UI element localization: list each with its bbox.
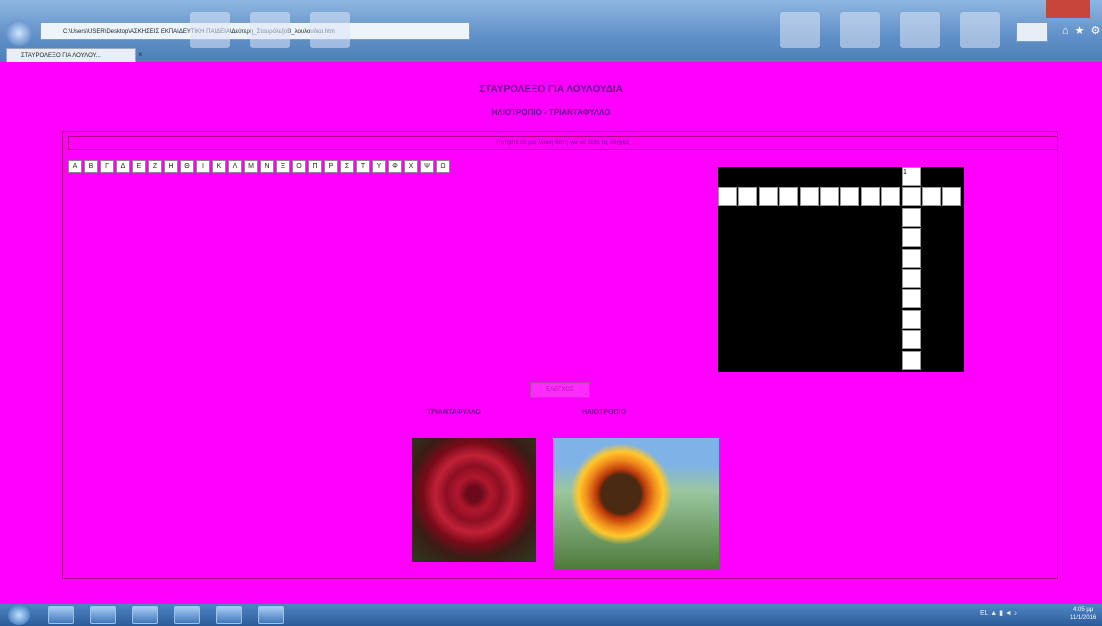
instruction-bar: Πατήστε σε μια λευκή θέση για να δείτε τ… [68,136,1058,150]
letter-button[interactable]: Ι [196,160,210,173]
letter-button[interactable]: Θ [180,160,194,173]
rose-caption: ΤΡΙΑΝΤΑΦΥΛΛΟ [427,409,481,416]
search-box[interactable] [1016,22,1048,42]
crossword-cell[interactable] [901,330,921,350]
crossword-cell[interactable] [901,350,921,370]
crossword-cell[interactable] [901,248,921,268]
letter-button[interactable]: Ξ [276,160,290,173]
crossword-cell[interactable] [820,187,839,207]
crossword-cell[interactable] [881,187,901,207]
clock-date: 11/1/2016 [1070,615,1097,621]
system-tray[interactable]: EL ▲ ▮ ◄ ♪ [980,609,1017,617]
letter-button[interactable]: Χ [404,160,418,173]
clock[interactable]: 4:05 μμ 11/1/2016 [1070,606,1096,622]
toolbar-button[interactable] [190,12,230,48]
letter-button[interactable]: Φ [388,160,402,173]
letter-button[interactable]: Υ [372,160,386,173]
taskbar-app-word[interactable] [258,606,284,624]
letter-button[interactable]: Ρ [324,160,338,173]
page-title: ΣΤΑΥΡΟΛΕΞΟ ΓΙΑ ΛΟΥΛΟΥΔΙΑ [479,84,623,95]
letter-button[interactable]: Β [84,160,98,173]
crossword-cell[interactable] [718,187,737,207]
sunflower-head [571,444,671,544]
toolbar-button[interactable] [250,12,290,48]
letter-keyboard: ΑΒΓΔΕΖΗΘΙΚΛΜΝΞΟΠΡΣΤΥΦΧΨΩ [68,160,450,173]
browser-window-chrome: C:\Users\USER\Desktop\ΑΣΚΗΣΕΙΣ ΕΚΠΑΙΔΕΥΤ… [0,0,1102,62]
letter-button[interactable]: Μ [244,160,258,173]
letter-button[interactable]: Κ [212,160,226,173]
letter-button[interactable]: Ζ [148,160,162,173]
check-button[interactable]: ΕΛΕΓΧΟΣ [530,382,590,398]
crossword-cell[interactable] [901,207,921,227]
crossword-cell[interactable] [860,187,880,207]
letter-button[interactable]: Ε [132,160,146,173]
back-button[interactable] [6,20,32,46]
tab-close-icon[interactable]: × [138,50,143,59]
sunflower-caption: ΗΛΙΟΤΡΟΠΙΟ [582,409,626,416]
crossword-cell[interactable] [901,269,921,288]
toolbar-button[interactable] [840,12,880,48]
clock-time: 4:05 μμ [1072,607,1094,613]
letter-button[interactable]: Δ [116,160,130,173]
crossword-cell[interactable] [901,228,921,248]
crossword-cell[interactable] [942,187,962,207]
toolbar-button[interactable] [960,12,1000,48]
letter-button[interactable]: Π [308,160,322,173]
start-button[interactable] [8,605,30,625]
letter-button[interactable]: Ν [260,160,274,173]
letter-button[interactable]: Λ [228,160,242,173]
crossword-cell[interactable] [901,309,921,329]
letter-button[interactable]: Η [164,160,178,173]
letter-button[interactable]: Τ [356,160,370,173]
crossword-cell[interactable] [779,187,799,207]
crossword-cell[interactable] [840,187,860,207]
windows-taskbar: EL ▲ ▮ ◄ ♪ 4:05 μμ 11/1/2016 [0,604,1102,626]
crossword-cell[interactable] [922,187,941,207]
letter-button[interactable]: Σ [340,160,354,173]
toolbar-button[interactable] [310,12,350,48]
crossword-cell[interactable] [901,289,921,309]
letter-button[interactable]: Ο [292,160,306,173]
crossword-cell[interactable] [799,187,819,207]
crossword-cell[interactable] [738,187,758,207]
rose-photo [412,438,536,562]
toolbar-button[interactable] [780,12,820,48]
letter-button[interactable]: Ψ [420,160,434,173]
taskbar-app-ie[interactable] [48,606,74,624]
crossword-cell[interactable] [901,187,921,207]
taskbar-app-skype[interactable] [216,606,242,624]
taskbar-app-explorer[interactable] [90,606,116,624]
letter-button[interactable]: Ω [436,160,450,173]
sunflower-photo [553,438,719,570]
toolbar-button[interactable] [900,12,940,48]
crossword-cell[interactable] [758,187,778,207]
page-subtitle: ΗΛΙΟΤΡΟΠΙΟ - ΤΡΙΑΝΤΑΦΥΛΛΟ [491,108,611,117]
browser-toolbar-icons[interactable]: ⌂★⚙ [1062,24,1102,37]
taskbar-app-firefox[interactable] [174,606,200,624]
crossword-grid: 1 2 [718,167,964,372]
close-window-button[interactable] [1046,0,1090,18]
browser-tab[interactable]: ΣΤΑΥΡΟΛΕΞΟ ΓΙΑ ΛΟΥΛΟΥ... [6,48,136,62]
taskbar-app-media[interactable] [132,606,158,624]
clue-number-1: 1 [903,169,907,176]
letter-button[interactable]: Γ [100,160,114,173]
letter-button[interactable]: Α [68,160,82,173]
